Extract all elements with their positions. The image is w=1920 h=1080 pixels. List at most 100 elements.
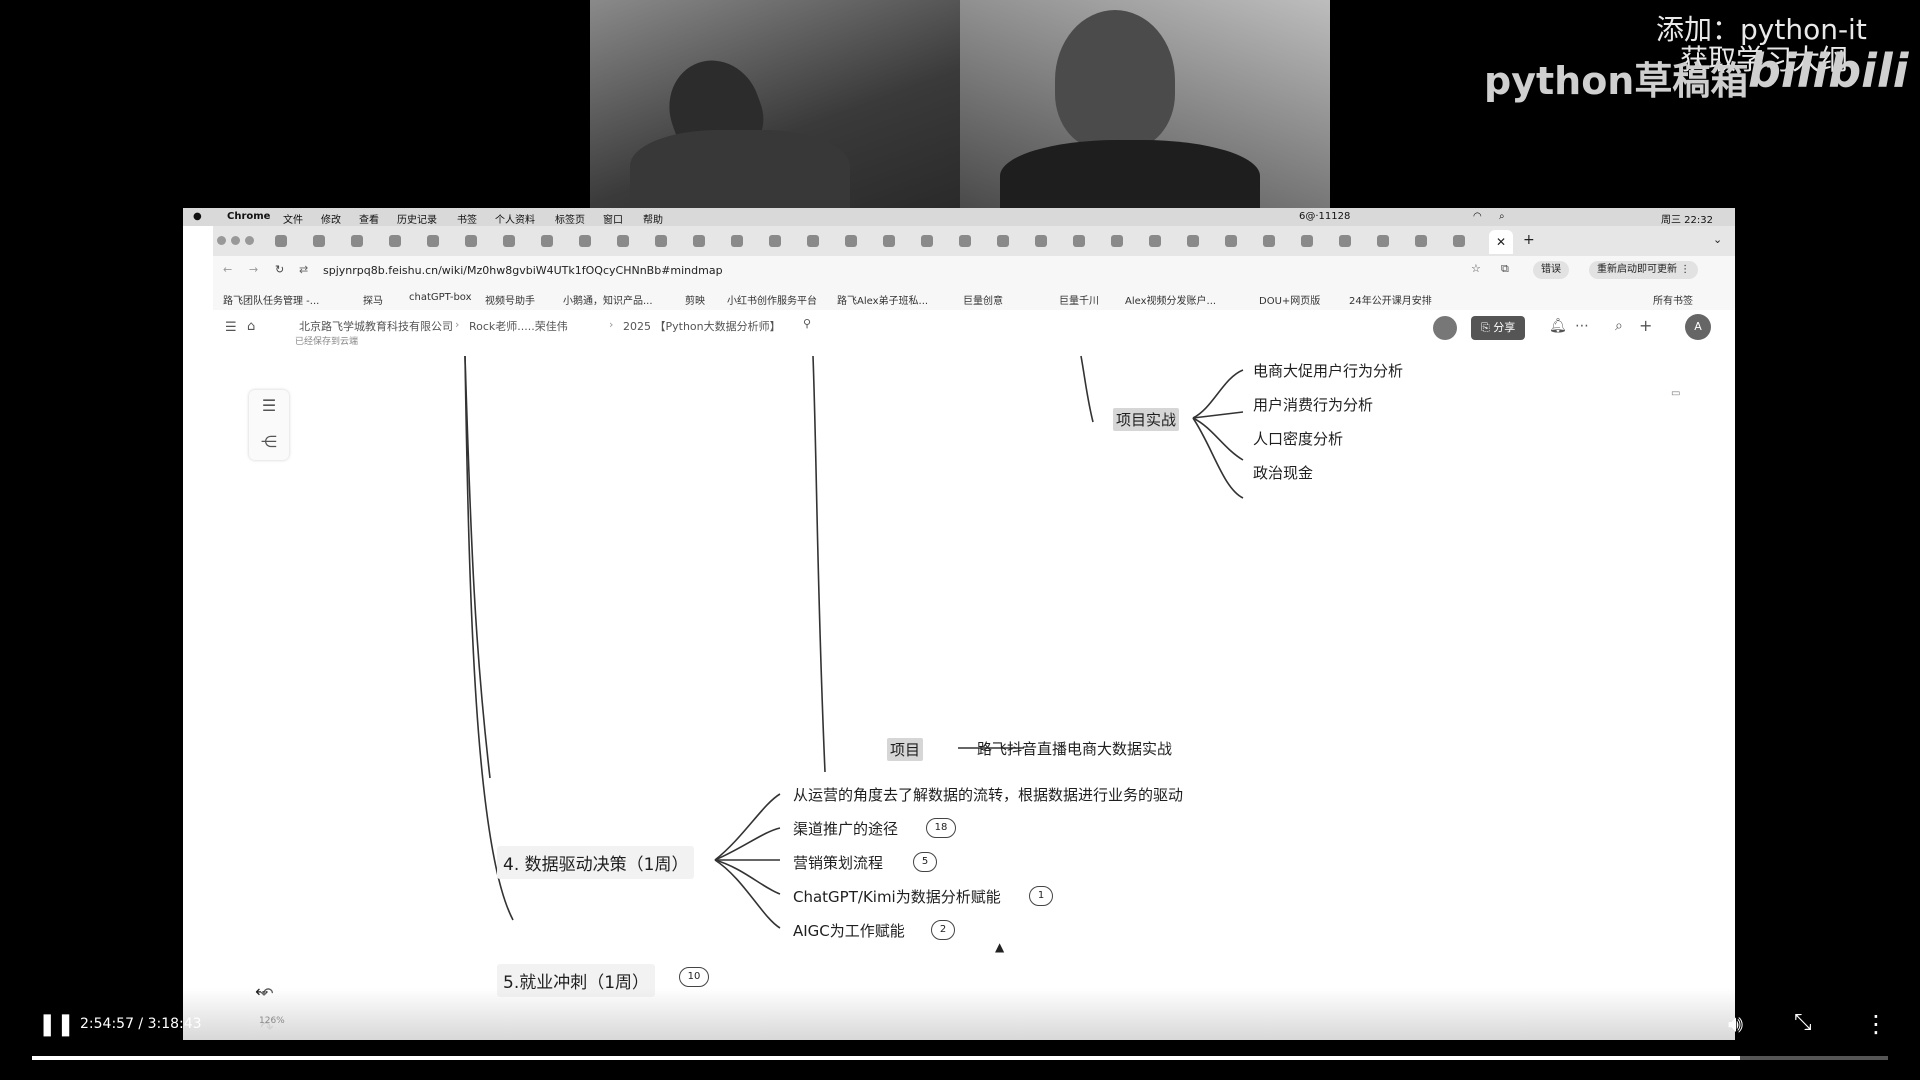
forward-icon[interactable]: → <box>249 263 258 276</box>
node-count-badge[interactable]: 18 <box>926 818 956 838</box>
tab-favicon[interactable] <box>541 235 553 247</box>
node-count-badge[interactable]: 5 <box>913 852 937 872</box>
tab-favicon[interactable] <box>1225 235 1237 247</box>
site-info-icon[interactable]: ⇄ <box>299 263 308 276</box>
window-zoom-icon[interactable] <box>245 236 254 245</box>
tab-favicon[interactable] <box>313 235 325 247</box>
comment-icon[interactable]: ▭ <box>1671 388 1680 399</box>
tab-list-chevron-icon[interactable]: ⌄ <box>1713 233 1722 246</box>
share-button[interactable]: ⎘ 分享 <box>1471 316 1526 340</box>
menubar-app[interactable]: Chrome <box>227 211 270 222</box>
node-project-practice[interactable]: 项目实战 <box>1113 408 1180 431</box>
menu-item-bookmarks[interactable]: 书签 <box>457 211 477 226</box>
bookmark-item[interactable]: 小鹅通，知识产品... <box>563 292 653 307</box>
tab-close-icon[interactable]: ✕ <box>1489 230 1513 254</box>
node-count-badge[interactable]: 1 <box>1029 886 1053 906</box>
tab-favicon[interactable] <box>1035 235 1047 247</box>
tab-favicon[interactable] <box>1301 235 1313 247</box>
more-options-icon[interactable]: ⋮ <box>1864 1010 1888 1038</box>
tab-favicon[interactable] <box>997 235 1009 247</box>
tab-favicon[interactable] <box>1263 235 1275 247</box>
node-project[interactable]: 项目 <box>887 738 924 761</box>
tab-favicon[interactable] <box>1073 235 1085 247</box>
tab-favicon[interactable] <box>883 235 895 247</box>
bookmark-item[interactable]: 视频号助手 <box>485 292 535 307</box>
window-minimize-icon[interactable] <box>231 236 240 245</box>
tab-favicon[interactable] <box>275 235 287 247</box>
node-section4-item[interactable]: 营销策划流程 <box>793 852 883 873</box>
pause-icon[interactable]: ❚❚ <box>38 1012 75 1037</box>
exit-fullscreen-icon[interactable]: ⤡ <box>1794 1010 1812 1035</box>
breadcrumb-item[interactable]: Rock老师.....荣佳伟 <box>469 318 568 334</box>
node-section4-item[interactable]: 渠道推广的途径 <box>793 818 898 839</box>
node-section4-item[interactable]: ChatGPT/Kimi为数据分析赋能 <box>793 886 1001 907</box>
user-avatar[interactable]: A <box>1685 314 1711 340</box>
outline-icon[interactable]: ☰ <box>257 394 281 418</box>
tab-favicon[interactable] <box>579 235 591 247</box>
new-tab-icon[interactable]: + <box>1523 232 1535 248</box>
progress-bar[interactable] <box>32 1056 1888 1060</box>
menu-item-history[interactable]: 历史记录 <box>397 211 437 226</box>
bookmark-item[interactable]: 24年公开课月安排 <box>1349 292 1432 307</box>
home-icon[interactable]: ⌂ <box>247 319 255 334</box>
profile-error-button[interactable]: 错误 <box>1533 261 1569 279</box>
tab-favicon[interactable] <box>1377 235 1389 247</box>
volume-icon[interactable]: 🔊︎ <box>1728 1010 1743 1038</box>
bookmark-item[interactable]: 探马 <box>363 292 383 307</box>
node-practice-item[interactable]: 电商大促用户行为分析 <box>1253 360 1403 381</box>
bookmark-item[interactable]: Alex视频分发账户... <box>1125 292 1216 307</box>
collapse-icon[interactable]: ⇠ <box>255 982 268 1001</box>
node-practice-item[interactable]: 政治现金 <box>1253 462 1313 483</box>
bookmark-item[interactable]: 小红书创作服务平台 <box>727 292 817 307</box>
menu-item-view[interactable]: 查看 <box>359 211 379 226</box>
tab-favicon[interactable] <box>845 235 857 247</box>
tab-favicon[interactable] <box>693 235 705 247</box>
node-project-desc[interactable]: 路飞抖音直播电商大数据实战 <box>977 738 1172 759</box>
bookmark-item[interactable]: 巨量千川 <box>1059 292 1099 307</box>
tab-favicon[interactable] <box>921 235 933 247</box>
back-icon[interactable]: ← <box>223 263 232 276</box>
collaborator-avatar[interactable] <box>1433 316 1457 340</box>
menu-item-tabs[interactable]: 标签页 <box>555 211 585 226</box>
menu-item-help[interactable]: 帮助 <box>643 211 663 226</box>
node-section4-item[interactable]: 从运营的角度去了解数据的流转，根据数据进行业务的驱动 <box>793 784 1183 805</box>
menu-item-profile[interactable]: 个人资料 <box>495 211 535 226</box>
tab-favicon[interactable] <box>389 235 401 247</box>
url-field[interactable]: spjynrpq8b.feishu.cn/wiki/Mz0hw8gvbiW4UT… <box>323 264 723 277</box>
tab-favicon[interactable] <box>807 235 819 247</box>
mindmap-canvas[interactable]: ☰ ⋲ 项目实战 电商大促用户行为分析 用户消费行为分析 人口密度分析 政治现金… <box>213 348 1735 1040</box>
breadcrumb-item[interactable]: 北京路飞学城教育科技有限公司 <box>299 318 453 334</box>
tab-favicon[interactable] <box>959 235 971 247</box>
bookmark-item[interactable]: 巨量创意 <box>963 292 1003 307</box>
tab-favicon[interactable] <box>1415 235 1427 247</box>
bookmark-item[interactable]: 路飞团队任务管理 -... <box>223 292 319 307</box>
bookmark-item[interactable]: 路飞Alex弟子班私... <box>837 292 928 307</box>
window-close-icon[interactable] <box>217 236 226 245</box>
node-practice-item[interactable]: 用户消费行为分析 <box>1253 394 1373 415</box>
menu-item-file[interactable]: 文件 <box>283 211 303 226</box>
node-count-badge[interactable]: 10 <box>679 967 709 987</box>
bell-icon[interactable]: 🔔︎ <box>1549 318 1567 334</box>
wifi-icon[interactable]: ◠ <box>1473 211 1482 222</box>
node-section-4[interactable]: 4. 数据驱动决策（1周） <box>497 846 695 879</box>
apple-icon[interactable]: ● <box>193 211 202 222</box>
tab-favicon[interactable] <box>1111 235 1123 247</box>
bookmark-item[interactable]: chatGPT-box <box>409 292 472 303</box>
search-icon[interactable]: ⌕ <box>1499 211 1505 222</box>
tab-favicon[interactable] <box>1187 235 1199 247</box>
node-section4-item[interactable]: AIGC为工作赋能 <box>793 920 905 941</box>
add-icon[interactable]: + <box>1639 316 1652 335</box>
tab-favicon[interactable] <box>655 235 667 247</box>
node-practice-item[interactable]: 人口密度分析 <box>1253 428 1343 449</box>
tab-favicon[interactable] <box>1149 235 1161 247</box>
menu-item-edit[interactable]: 修改 <box>321 211 341 226</box>
bookmark-item[interactable]: DOU+网页版 <box>1259 292 1320 307</box>
more-icon[interactable]: ⋯ <box>1575 318 1589 334</box>
node-count-badge[interactable]: 2 <box>931 920 955 940</box>
pin-icon[interactable]: ⚲ <box>803 317 811 330</box>
tab-favicon[interactable] <box>769 235 781 247</box>
menu-item-window[interactable]: 窗口 <box>603 211 623 226</box>
star-bookmark-icon[interactable]: ☆ <box>1471 262 1481 275</box>
tab-favicon[interactable] <box>617 235 629 247</box>
tab-favicon[interactable] <box>427 235 439 247</box>
